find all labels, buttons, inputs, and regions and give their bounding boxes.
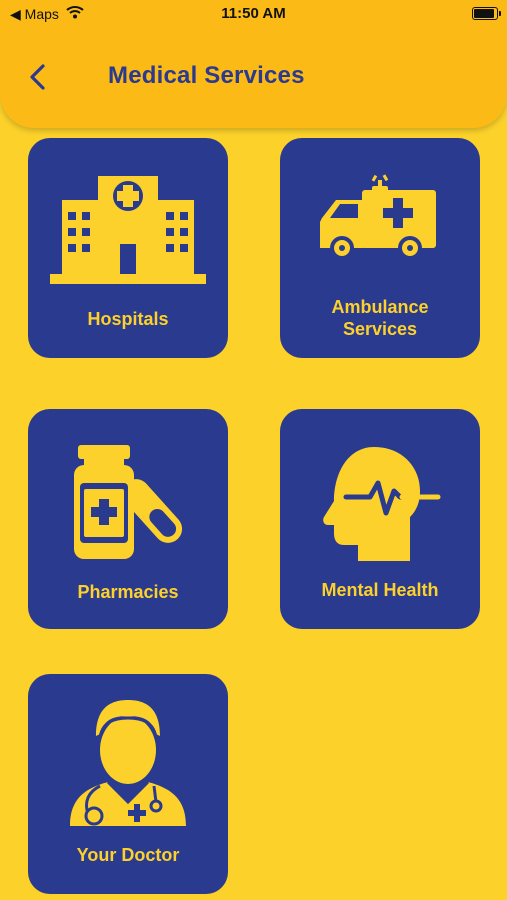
back-chevron-icon[interactable]: [26, 63, 50, 91]
doctor-icon: [70, 700, 186, 826]
service-tile-pharmacies[interactable]: Pharmacies: [28, 409, 228, 629]
service-tile-mental-health[interactable]: Mental Health: [280, 409, 480, 629]
service-tile-hospitals[interactable]: Hospitals: [28, 138, 228, 358]
app-header: ◀ Maps 11:50 AM Medical Services: [0, 0, 507, 128]
ambulance-icon: [320, 174, 436, 260]
page-title: Medical Services: [108, 62, 305, 89]
status-time: 11:50 AM: [221, 5, 286, 22]
battery-icon: [472, 7, 501, 20]
service-tile-your-doctor[interactable]: Your Doctor: [28, 674, 228, 894]
service-label-mental-health: Mental Health: [321, 580, 439, 600]
service-tile-ambulance[interactable]: Ambulance Services: [280, 138, 480, 358]
pharmacy-icon: [74, 445, 183, 559]
service-label-ambulance: Ambulance Services: [331, 297, 429, 339]
service-label-pharmacies: Pharmacies: [77, 582, 179, 602]
hospital-icon: [50, 176, 206, 284]
service-label-hospitals: Hospitals: [87, 309, 169, 329]
service-label-your-doctor: Your Doctor: [76, 845, 180, 865]
status-bar: ◀ Maps 11:50 AM: [0, 0, 507, 30]
mental-health-icon: [323, 447, 441, 561]
